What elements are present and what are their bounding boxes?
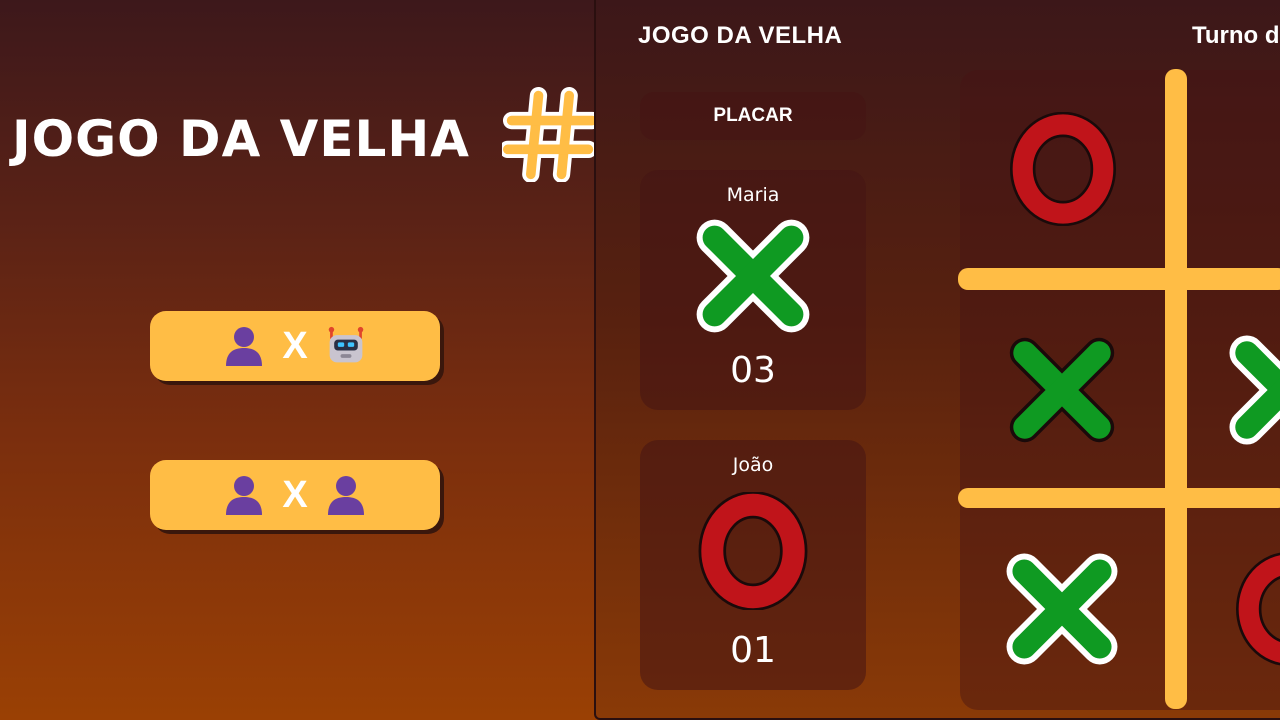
versus-label: X	[282, 325, 308, 367]
o-mark-icon	[1236, 552, 1280, 666]
board-cell-7[interactable]	[1002, 550, 1122, 668]
turn-label: Turno d	[1192, 22, 1280, 49]
person-icon	[226, 327, 263, 366]
player-name: João	[732, 454, 774, 476]
score-card-player-1: Maria 03	[640, 170, 866, 410]
player-vs-player-button[interactable]: X	[150, 460, 440, 530]
score-card-player-2: João 01	[640, 440, 866, 690]
game-panel: JOGO DA VELHA Turno d PLACAR Maria 03 Jo…	[594, 0, 1280, 720]
x-mark-icon	[1006, 553, 1118, 665]
person-icon	[226, 476, 263, 515]
o-mark-icon	[698, 492, 808, 610]
board-grid-line	[958, 268, 1280, 290]
player-score: 01	[730, 630, 776, 671]
board-cell-4[interactable]	[1004, 332, 1120, 448]
board-cell-1[interactable]	[1010, 112, 1116, 226]
player-vs-robot-button[interactable]: X	[150, 311, 440, 381]
o-mark-icon	[1010, 112, 1116, 226]
board-cell-5[interactable]	[1226, 332, 1280, 448]
x-mark-icon	[1229, 335, 1280, 445]
scoreboard-title: PLACAR	[640, 92, 866, 140]
person-icon	[327, 476, 364, 515]
mode-menu: JOGO DA VELHA X X	[0, 0, 598, 720]
board-cell-8[interactable]	[1236, 552, 1280, 666]
game-title: JOGO DA VELHA	[638, 22, 843, 49]
versus-label: X	[282, 474, 308, 516]
hash-icon	[502, 86, 598, 182]
robot-icon	[328, 326, 363, 363]
board-grid-line	[958, 488, 1280, 508]
menu-title: JOGO DA VELHA	[12, 110, 470, 168]
x-mark-icon	[1009, 337, 1115, 443]
player-name: Maria	[726, 184, 780, 206]
x-mark-icon	[696, 219, 810, 333]
board-grid-line	[1165, 69, 1187, 709]
player-score: 03	[730, 350, 776, 391]
